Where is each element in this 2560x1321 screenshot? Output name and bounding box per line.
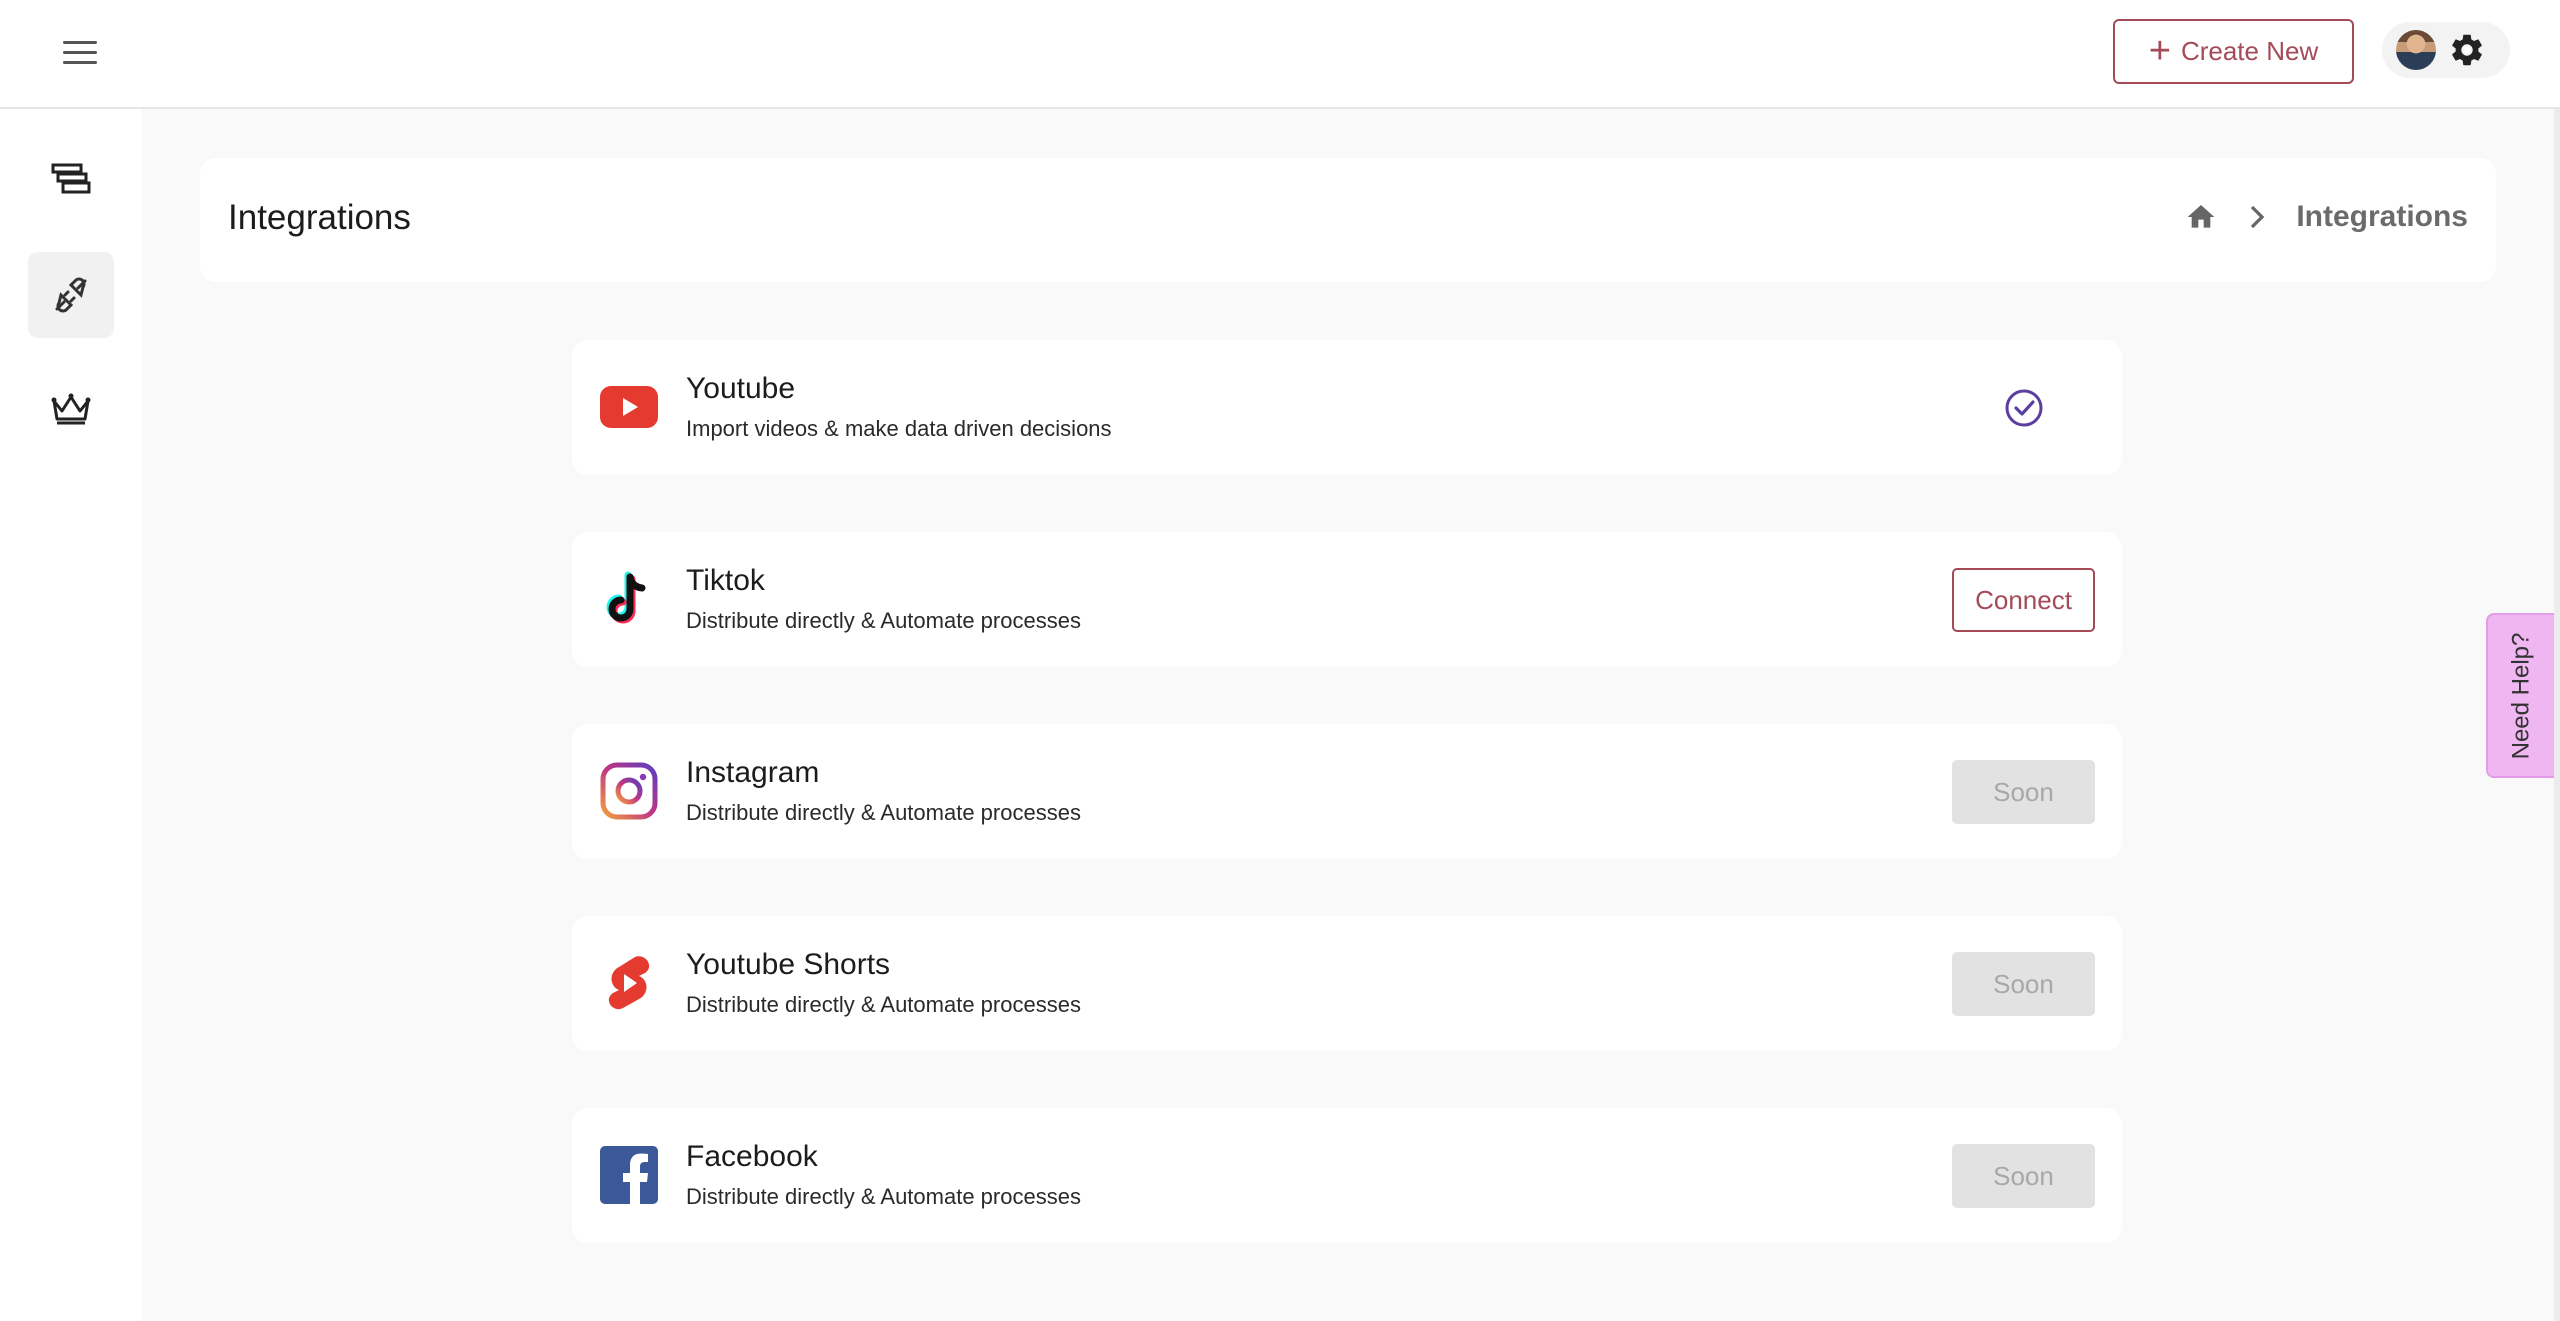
integration-card-facebook: Facebook Distribute directly & Automate … xyxy=(572,1108,2122,1243)
integration-card-tiktok: Tiktok Distribute directly & Automate pr… xyxy=(572,532,2122,667)
integration-name: Facebook xyxy=(686,1140,818,1173)
integration-description: Distribute directly & Automate processes xyxy=(686,800,1081,825)
breadcrumb-current: Integrations xyxy=(2296,200,2468,233)
soon-badge: Soon xyxy=(1952,760,2095,824)
youtube-logo-icon xyxy=(600,378,658,436)
integration-name: Youtube xyxy=(686,372,796,405)
sidebar-item-content[interactable] xyxy=(28,136,114,222)
chevron-right-icon xyxy=(2251,205,2265,229)
create-new-label: Create New xyxy=(2180,36,2319,66)
stacked-cards-icon xyxy=(51,163,91,194)
page-header: Integrations Integrations xyxy=(200,158,2496,282)
integration-name: Instagram xyxy=(686,756,820,789)
sidebar-item-premium[interactable] xyxy=(28,366,114,452)
top-bar: + Create New xyxy=(0,0,2560,109)
integration-name: Tiktok xyxy=(686,564,765,597)
youtube-shorts-logo-icon xyxy=(600,954,658,1012)
integration-description: Distribute directly & Automate processes xyxy=(686,608,1081,633)
integration-description: Distribute directly & Automate processes xyxy=(686,1184,1081,1209)
plus-icon: + xyxy=(2148,29,2171,72)
need-help-label: Need Help? xyxy=(2507,632,2534,759)
connect-tiktok-button[interactable]: Connect xyxy=(1952,568,2095,632)
breadcrumb: Integrations xyxy=(2184,200,2468,234)
gear-icon[interactable] xyxy=(2448,31,2486,69)
sidebar xyxy=(0,109,142,1321)
sidebar-item-integrations[interactable] xyxy=(28,252,114,338)
integration-description: Import videos & make data driven decisio… xyxy=(686,416,1112,441)
need-help-tab[interactable]: Need Help? xyxy=(2486,613,2554,778)
integration-card-instagram: Instagram Distribute directly & Automate… xyxy=(572,724,2122,859)
home-icon[interactable] xyxy=(2184,201,2218,233)
integration-description: Distribute directly & Automate processes xyxy=(686,992,1081,1017)
soon-badge: Soon xyxy=(1952,1144,2095,1208)
integration-card-youtube: Youtube Import videos & make data driven… xyxy=(572,340,2122,475)
hamburger-menu-icon[interactable] xyxy=(56,30,104,74)
profile-menu[interactable] xyxy=(2382,22,2510,78)
soon-badge: Soon xyxy=(1952,952,2095,1016)
page-title: Integrations xyxy=(228,198,411,237)
crown-icon xyxy=(51,393,91,425)
integration-name: Youtube Shorts xyxy=(686,948,891,981)
tiktok-logo-icon xyxy=(600,570,658,628)
scrollbar[interactable] xyxy=(2554,109,2560,1321)
instagram-logo-icon xyxy=(600,762,658,820)
plug-connector-icon xyxy=(55,277,87,313)
facebook-logo-icon xyxy=(600,1146,658,1204)
main-content: Integrations Integrations Youtube Import… xyxy=(142,109,2560,1321)
user-avatar[interactable] xyxy=(2396,30,2436,70)
integration-card-youtube-shorts: Youtube Shorts Distribute directly & Aut… xyxy=(572,916,2122,1051)
check-circle-icon xyxy=(2005,389,2043,427)
create-new-button[interactable]: + Create New xyxy=(2113,19,2354,84)
